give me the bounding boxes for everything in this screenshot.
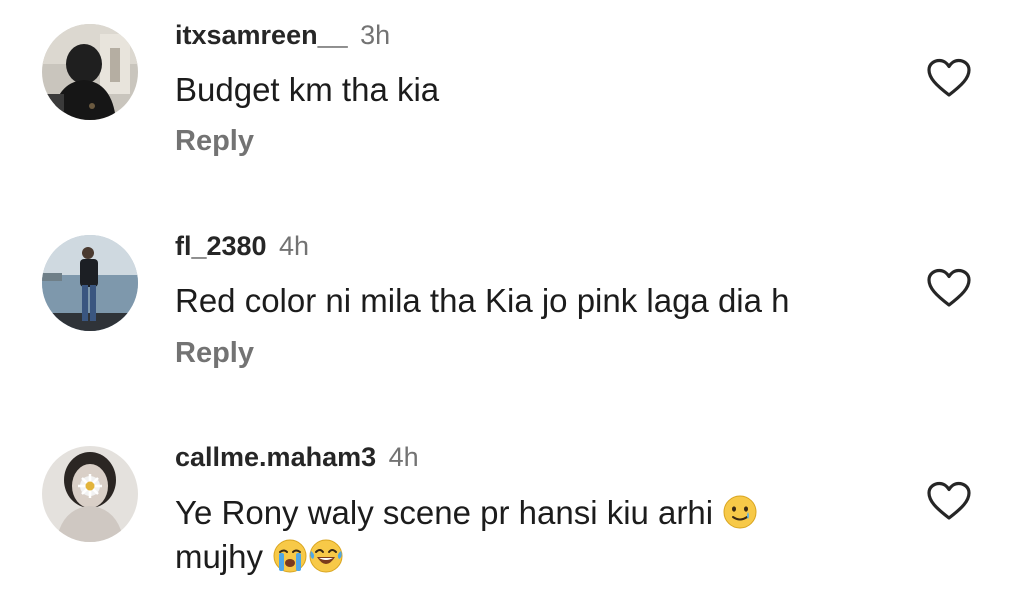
reply-button[interactable]: Reply xyxy=(175,123,254,159)
profile-photo-icon xyxy=(42,446,138,542)
comment-text-line: Ye Rony waly scene pr hansi kiu arhi xyxy=(175,494,714,531)
comment-meta: callme.maham3 4h xyxy=(175,439,419,475)
timestamp: 3h xyxy=(360,20,391,50)
like-button[interactable] xyxy=(926,268,972,308)
loudly-crying-face-icon xyxy=(272,538,308,574)
avatar[interactable] xyxy=(42,235,138,331)
profile-photo-icon xyxy=(42,24,138,120)
comment-text: Ye Rony waly scene pr hansi kiu arhi muj… xyxy=(175,491,875,579)
comment-text: Budget km tha kia xyxy=(175,71,440,108)
timestamp: 4h xyxy=(388,442,419,472)
heart-outline-icon xyxy=(927,268,971,307)
comment-text-line: mujhy xyxy=(175,538,264,575)
heart-outline-icon xyxy=(927,58,971,97)
profile-photo-icon xyxy=(42,235,138,331)
reply-button[interactable]: Reply xyxy=(175,335,254,371)
comment-meta: itxsamreen__ 3h xyxy=(175,17,390,53)
heart-outline-icon xyxy=(927,481,971,520)
comment-text: Red color ni mila tha Kia jo pink laga d… xyxy=(175,282,790,319)
avatar[interactable] xyxy=(42,446,138,542)
face-with-tears-of-joy-icon xyxy=(308,538,344,574)
avatar[interactable] xyxy=(42,24,138,120)
username[interactable]: callme.maham3 xyxy=(175,442,376,472)
timestamp: 4h xyxy=(279,231,310,261)
smiling-face-with-tear-icon xyxy=(722,494,758,530)
username[interactable]: fl_2380 xyxy=(175,231,267,261)
like-button[interactable] xyxy=(926,58,972,98)
comment-meta: fl_2380 4h xyxy=(175,228,309,264)
like-button[interactable] xyxy=(926,481,972,521)
username[interactable]: itxsamreen__ xyxy=(175,20,348,50)
